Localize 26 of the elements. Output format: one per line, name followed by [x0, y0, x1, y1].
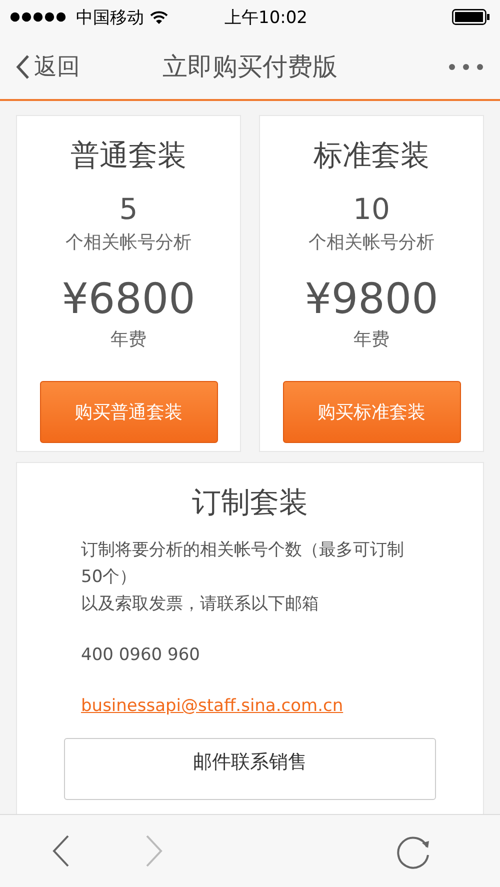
wifi-icon [150, 10, 168, 24]
plan-name: 普通套装 [70, 137, 186, 174]
account-count: 5 [119, 192, 138, 226]
plan-name: 标准套装 [314, 137, 430, 174]
more-icon[interactable] [448, 62, 484, 70]
custom-description: 订制将要分析的相关帐号个数（最多可订制50个） [81, 539, 405, 589]
page-title: 立即购买付费版 [162, 51, 338, 83]
back-button[interactable]: 返回 [16, 51, 80, 82]
buy-button[interactable]: 购买标准套装 [282, 381, 460, 443]
buy-button[interactable]: 购买普通套装 [40, 381, 218, 443]
battery-icon [452, 9, 490, 25]
plan-price: ¥9800 [304, 274, 438, 323]
custom-plan-title: 订制套装 [192, 484, 308, 521]
carrier-name: 中国移动 [76, 6, 144, 28]
account-count: 10 [353, 192, 390, 226]
email-link[interactable]: businessapi@staff.sina.com.cn [81, 693, 344, 720]
phone-number: 400 0960 960 [81, 644, 201, 667]
count-label: 个相关帐号分析 [66, 231, 192, 254]
count-label: 个相关帐号分析 [308, 231, 434, 254]
price-label: 年费 [110, 328, 146, 351]
price-label: 年费 [354, 328, 390, 351]
invoice-note: 以及索取发票，请联系以下邮箱 [81, 593, 320, 616]
chevron-left-icon [16, 54, 30, 80]
plan-price: ¥6800 [62, 274, 196, 323]
status-time: 上午10:02 [224, 6, 308, 28]
contact-sales-button[interactable]: 邮件联系销售 [64, 738, 436, 800]
